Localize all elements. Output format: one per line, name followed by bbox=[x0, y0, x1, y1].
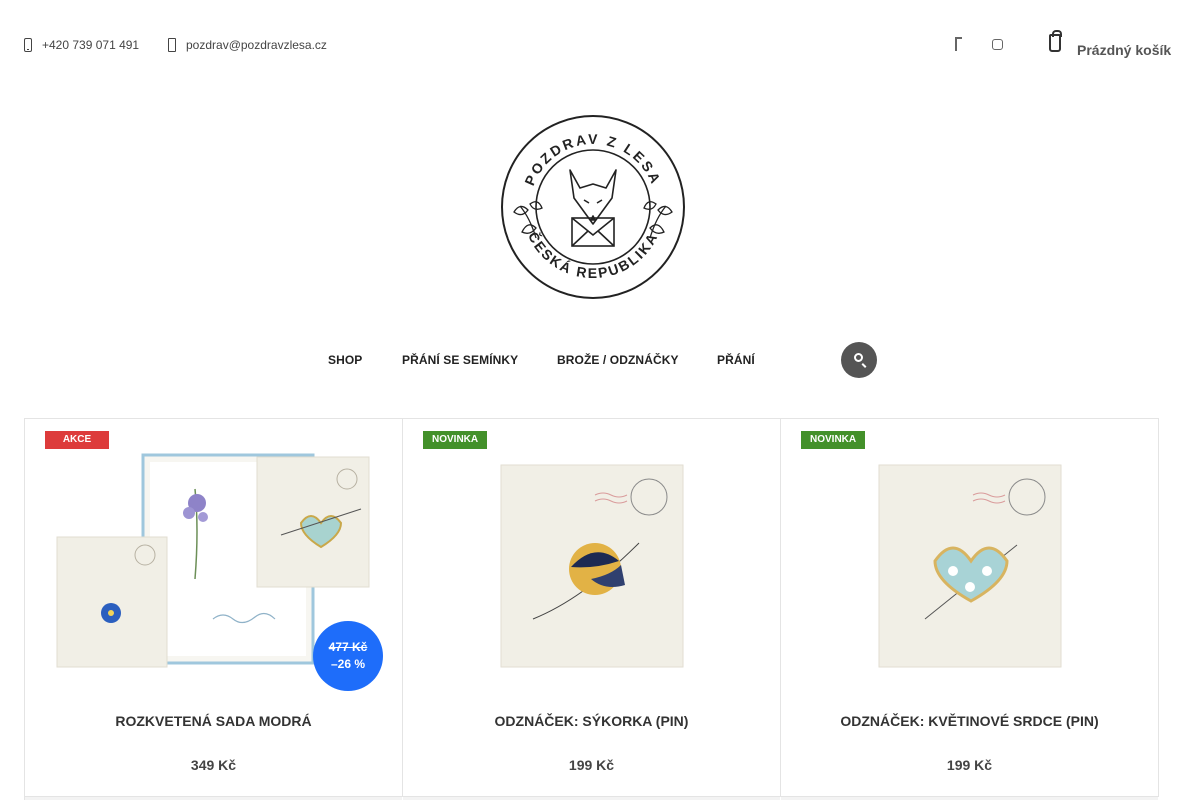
product-card[interactable]: NOVINKA ODZNÁČEK: KVĚTINOVÉ SRDCE (PIN) … bbox=[781, 419, 1159, 800]
nav-item-broze-odznacky[interactable]: BROŽE / ODZNÁČKY bbox=[557, 353, 679, 367]
nav-item-prani[interactable]: PŘÁNÍ bbox=[717, 353, 755, 367]
instagram-icon[interactable] bbox=[992, 39, 1003, 50]
product-card[interactable]: NOVINKA ODZNÁČEK: SÝKORKA (PIN) 199 Kč bbox=[403, 419, 781, 800]
search-icon bbox=[854, 353, 863, 362]
svg-text:ČESKÁ REPUBLIKA: ČESKÁ REPUBLIKA bbox=[525, 229, 661, 281]
top-bar: +420 739 071 491 pozdrav@pozdravzlesa.cz… bbox=[0, 0, 1200, 90]
product-grid: AKCE 477 Kč –26 % ROZKVETENÁ SADA MODRÁ … bbox=[24, 418, 1159, 800]
contact-email[interactable]: pozdrav@pozdravzlesa.cz bbox=[168, 38, 327, 52]
discount-badge: 477 Kč –26 % bbox=[313, 621, 383, 691]
cart-label[interactable]: Prázdný košík bbox=[1077, 42, 1171, 58]
product-name[interactable]: ROZKVETENÁ SADA MODRÁ bbox=[25, 713, 402, 729]
contact-phone[interactable]: +420 739 071 491 bbox=[24, 38, 139, 52]
envelope-icon bbox=[571, 217, 615, 247]
product-price: 199 Kč bbox=[568, 757, 615, 773]
product-image[interactable] bbox=[423, 449, 761, 691]
mail-icon bbox=[168, 38, 176, 52]
main-nav: SHOP PŘÁNÍ SE SEMÍNKY BROŽE / ODZNÁČKY P… bbox=[0, 342, 1200, 378]
new-flag: NOVINKA bbox=[801, 431, 866, 449]
product-name[interactable]: ODZNÁČEK: KVĚTINOVÉ SRDCE (PIN) bbox=[781, 713, 1158, 729]
new-flag: NOVINKA bbox=[423, 431, 488, 449]
product-card[interactable]: AKCE 477 Kč –26 % ROZKVETENÁ SADA MODRÁ … bbox=[25, 419, 403, 800]
discount-percent: –26 % bbox=[330, 657, 366, 671]
search-button[interactable] bbox=[841, 342, 877, 378]
nav-item-prani-se-seminky[interactable]: PŘÁNÍ SE SEMÍNKY bbox=[402, 353, 518, 367]
cart-icon[interactable] bbox=[1049, 30, 1062, 52]
facebook-icon[interactable] bbox=[955, 37, 962, 51]
product-price: 199 Kč bbox=[946, 757, 993, 773]
old-price: 477 Kč bbox=[328, 640, 368, 654]
email-address[interactable]: pozdrav@pozdravzlesa.cz bbox=[186, 38, 327, 52]
logo-bottom-text: ČESKÁ REPUBLIKA bbox=[525, 229, 659, 281]
product-price: 349 Kč bbox=[190, 757, 237, 773]
sale-flag: AKCE bbox=[45, 431, 109, 449]
phone-icon bbox=[24, 38, 32, 52]
product-name[interactable]: ODZNÁČEK: SÝKORKA (PIN) bbox=[403, 713, 780, 729]
nav-item-shop[interactable]: SHOP bbox=[328, 353, 362, 367]
phone-number[interactable]: +420 739 071 491 bbox=[42, 38, 139, 52]
product-image[interactable] bbox=[801, 449, 1139, 691]
site-logo[interactable]: POZDRAV Z LESA ČESKÁ REPUBLIKA bbox=[500, 114, 686, 300]
fox-icon bbox=[569, 169, 617, 225]
